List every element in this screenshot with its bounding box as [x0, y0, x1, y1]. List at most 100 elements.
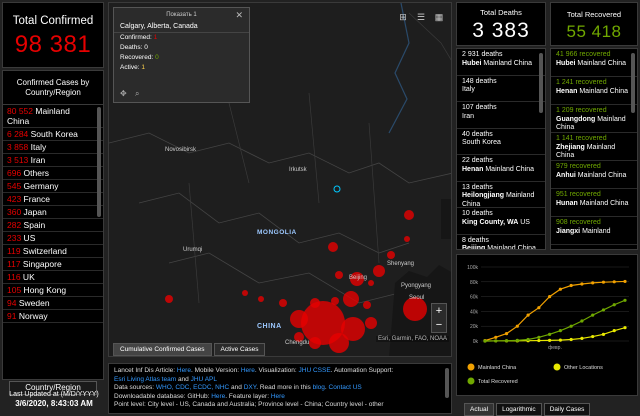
country-list-item[interactable]: 545 Germany — [3, 180, 103, 193]
deaths-scrollbar[interactable] — [539, 53, 543, 113]
info-scrollbar[interactable] — [445, 368, 449, 398]
total-deaths-label: Total Deaths — [480, 8, 522, 17]
deaths-list-item[interactable]: 8 deaths Beijing Mainland China — [457, 235, 545, 250]
tab-logarithmic[interactable]: Logarithmic — [496, 403, 542, 416]
map-view[interactable]: Novosibirsk Irkutsk MONGOLIA Urumqi Shen… — [108, 2, 452, 357]
chart-point — [601, 332, 606, 336]
country-name: Hong Kong — [21, 285, 67, 295]
chart-point — [526, 337, 530, 342]
deaths-list-item[interactable]: 148 deaths Italy — [457, 76, 545, 102]
country-list-item[interactable]: 282 Spain — [3, 219, 103, 232]
zoom-in-button[interactable]: + — [432, 304, 446, 318]
case-marker[interactable] — [404, 210, 414, 220]
move-icon[interactable]: ✥ — [120, 89, 127, 98]
country-list-scrollbar[interactable] — [97, 107, 101, 217]
mobile-version-link[interactable]: Here — [241, 367, 255, 374]
recovered-list-item[interactable]: 951 recovered Hunan Mainland China — [551, 189, 637, 217]
recovered-list-item[interactable]: 908 recovered Jiangxi Mainland — [551, 217, 637, 245]
github-link[interactable]: Here — [211, 393, 225, 400]
recovered-list-item[interactable]: 1 241 recovered Henan Mainland China — [551, 77, 637, 105]
country-list-item[interactable]: 233 US — [3, 232, 103, 245]
country-name: US — [21, 233, 36, 243]
chart-point — [601, 280, 606, 284]
location-popup[interactable]: Показать 1 ✕ Calgary, Alberta, Canada Co… — [113, 7, 250, 103]
deaths-list-item[interactable]: 10 deaths King County, WA US — [457, 208, 545, 235]
case-marker[interactable] — [363, 301, 371, 309]
country-list-item[interactable]: 696 Others — [3, 167, 103, 180]
case-marker[interactable] — [387, 251, 395, 259]
country-list-item[interactable]: 105 Hong Kong — [3, 284, 103, 297]
country-list-item[interactable]: 3 858 Italy — [3, 141, 103, 154]
deaths-list-item[interactable]: 107 deaths Iran — [457, 102, 545, 129]
blog-link[interactable]: blog — [313, 384, 325, 391]
country-list-item[interactable]: 117 Singapore — [3, 258, 103, 271]
country-list: 80 552 Mainland China 6 284 South Korea 3 … — [3, 105, 103, 323]
case-marker[interactable] — [165, 295, 173, 303]
chart-y-tick: 60k — [470, 295, 479, 301]
recovered-scrollbar[interactable] — [631, 53, 635, 113]
country-list-item[interactable]: 119 Switzerland — [3, 245, 103, 258]
jhu-apl-link[interactable]: JHU APL — [191, 376, 217, 383]
chart-x-label: февр. — [548, 345, 562, 351]
case-marker[interactable] — [343, 291, 359, 307]
recovered-list-item[interactable]: 1 209 recovered Guangdong Mainland China — [551, 105, 637, 133]
dxy-link[interactable]: DXY — [244, 384, 257, 391]
case-marker[interactable] — [328, 242, 338, 252]
deaths-location: South Korea — [462, 139, 501, 146]
deaths-location: Italy — [462, 86, 475, 93]
chart-point — [504, 339, 509, 343]
deaths-list-item[interactable]: 22 deaths Henan Mainland China — [457, 155, 545, 182]
basemap-icon[interactable]: ▦ — [431, 12, 447, 26]
recovered-list-item[interactable]: 1 141 recovered Zhejiang Mainland China — [551, 133, 637, 161]
recovered-list-item[interactable]: 41 966 recovered Hubei Mainland China — [551, 49, 637, 77]
map-label-novosibirsk: Novosibirsk — [165, 147, 197, 153]
country-list-item[interactable]: 360 Japan — [3, 206, 103, 219]
case-marker[interactable] — [404, 236, 410, 242]
lancet-link[interactable]: Here — [177, 367, 191, 374]
country-list-item[interactable]: 80 552 Mainland China — [3, 105, 103, 128]
case-marker[interactable] — [365, 317, 377, 329]
chart-tabs: Actual Logarithmic Daily Cases — [464, 398, 592, 416]
zoom-out-button[interactable]: − — [432, 318, 446, 332]
country-list-item[interactable]: 94 Sweden — [3, 297, 103, 310]
case-marker[interactable] — [368, 280, 374, 286]
contact-us-link[interactable]: Contact US — [329, 384, 362, 391]
country-list-item[interactable]: 423 France — [3, 193, 103, 206]
country-list-item[interactable]: 3 513 Iran — [3, 154, 103, 167]
deaths-list-item[interactable]: 40 deaths South Korea — [457, 129, 545, 155]
tab-active-cases[interactable]: Active Cases — [213, 343, 266, 356]
case-marker[interactable] — [329, 333, 349, 353]
country-case-count: 233 — [7, 233, 22, 243]
esri-living-atlas-link[interactable]: Esri Living Atlas team — [114, 376, 176, 383]
data-sources-link[interactable]: WHO, CDC, ECDC, NHC — [156, 384, 229, 391]
deaths-list-item[interactable]: 13 deaths Heilongjiang Mainland China — [457, 182, 545, 208]
tab-daily-cases[interactable]: Daily Cases — [543, 403, 591, 416]
country-list-item[interactable]: 6 284 South Korea — [3, 128, 103, 141]
chart-point — [494, 335, 498, 339]
zoom-to-icon[interactable]: ⌕ — [135, 89, 139, 98]
case-marker[interactable] — [309, 337, 321, 349]
recovered-list-item[interactable]: 979 recovered Anhui Mainland China — [551, 161, 637, 189]
case-marker[interactable] — [373, 265, 385, 277]
case-marker[interactable] — [279, 299, 287, 307]
tab-cumulative-confirmed[interactable]: Cumulative Confirmed Cases — [113, 343, 212, 356]
case-marker[interactable] — [335, 271, 343, 279]
chart-point — [504, 332, 509, 336]
case-marker[interactable] — [242, 290, 248, 296]
map-label-mongolia: MONGOLIA — [257, 229, 297, 236]
close-icon[interactable]: ✕ — [235, 10, 243, 21]
recovered-count: 951 recovered — [556, 191, 601, 198]
tab-actual[interactable]: Actual — [464, 403, 495, 416]
country-case-count: 105 — [7, 285, 22, 295]
case-marker[interactable] — [258, 296, 264, 302]
popup-recovered: Recovered: 0 — [114, 53, 249, 63]
total-deaths-panel: Total Deaths 3 383 — [456, 2, 546, 46]
jhu-csse-link[interactable]: JHU CSSE — [299, 367, 331, 374]
country-list-item[interactable]: 116 UK — [3, 271, 103, 284]
country-list-item[interactable]: 91 Norway — [3, 310, 103, 323]
map-label-beijing: Beijing — [349, 275, 368, 281]
deaths-list-item[interactable]: 2 931 deaths Hubei Mainland China — [457, 49, 545, 76]
bookmark-icon[interactable]: ⊞ — [395, 12, 411, 26]
list-icon[interactable]: ☰ — [413, 12, 429, 26]
feature-layer-link[interactable]: Here — [271, 393, 285, 400]
